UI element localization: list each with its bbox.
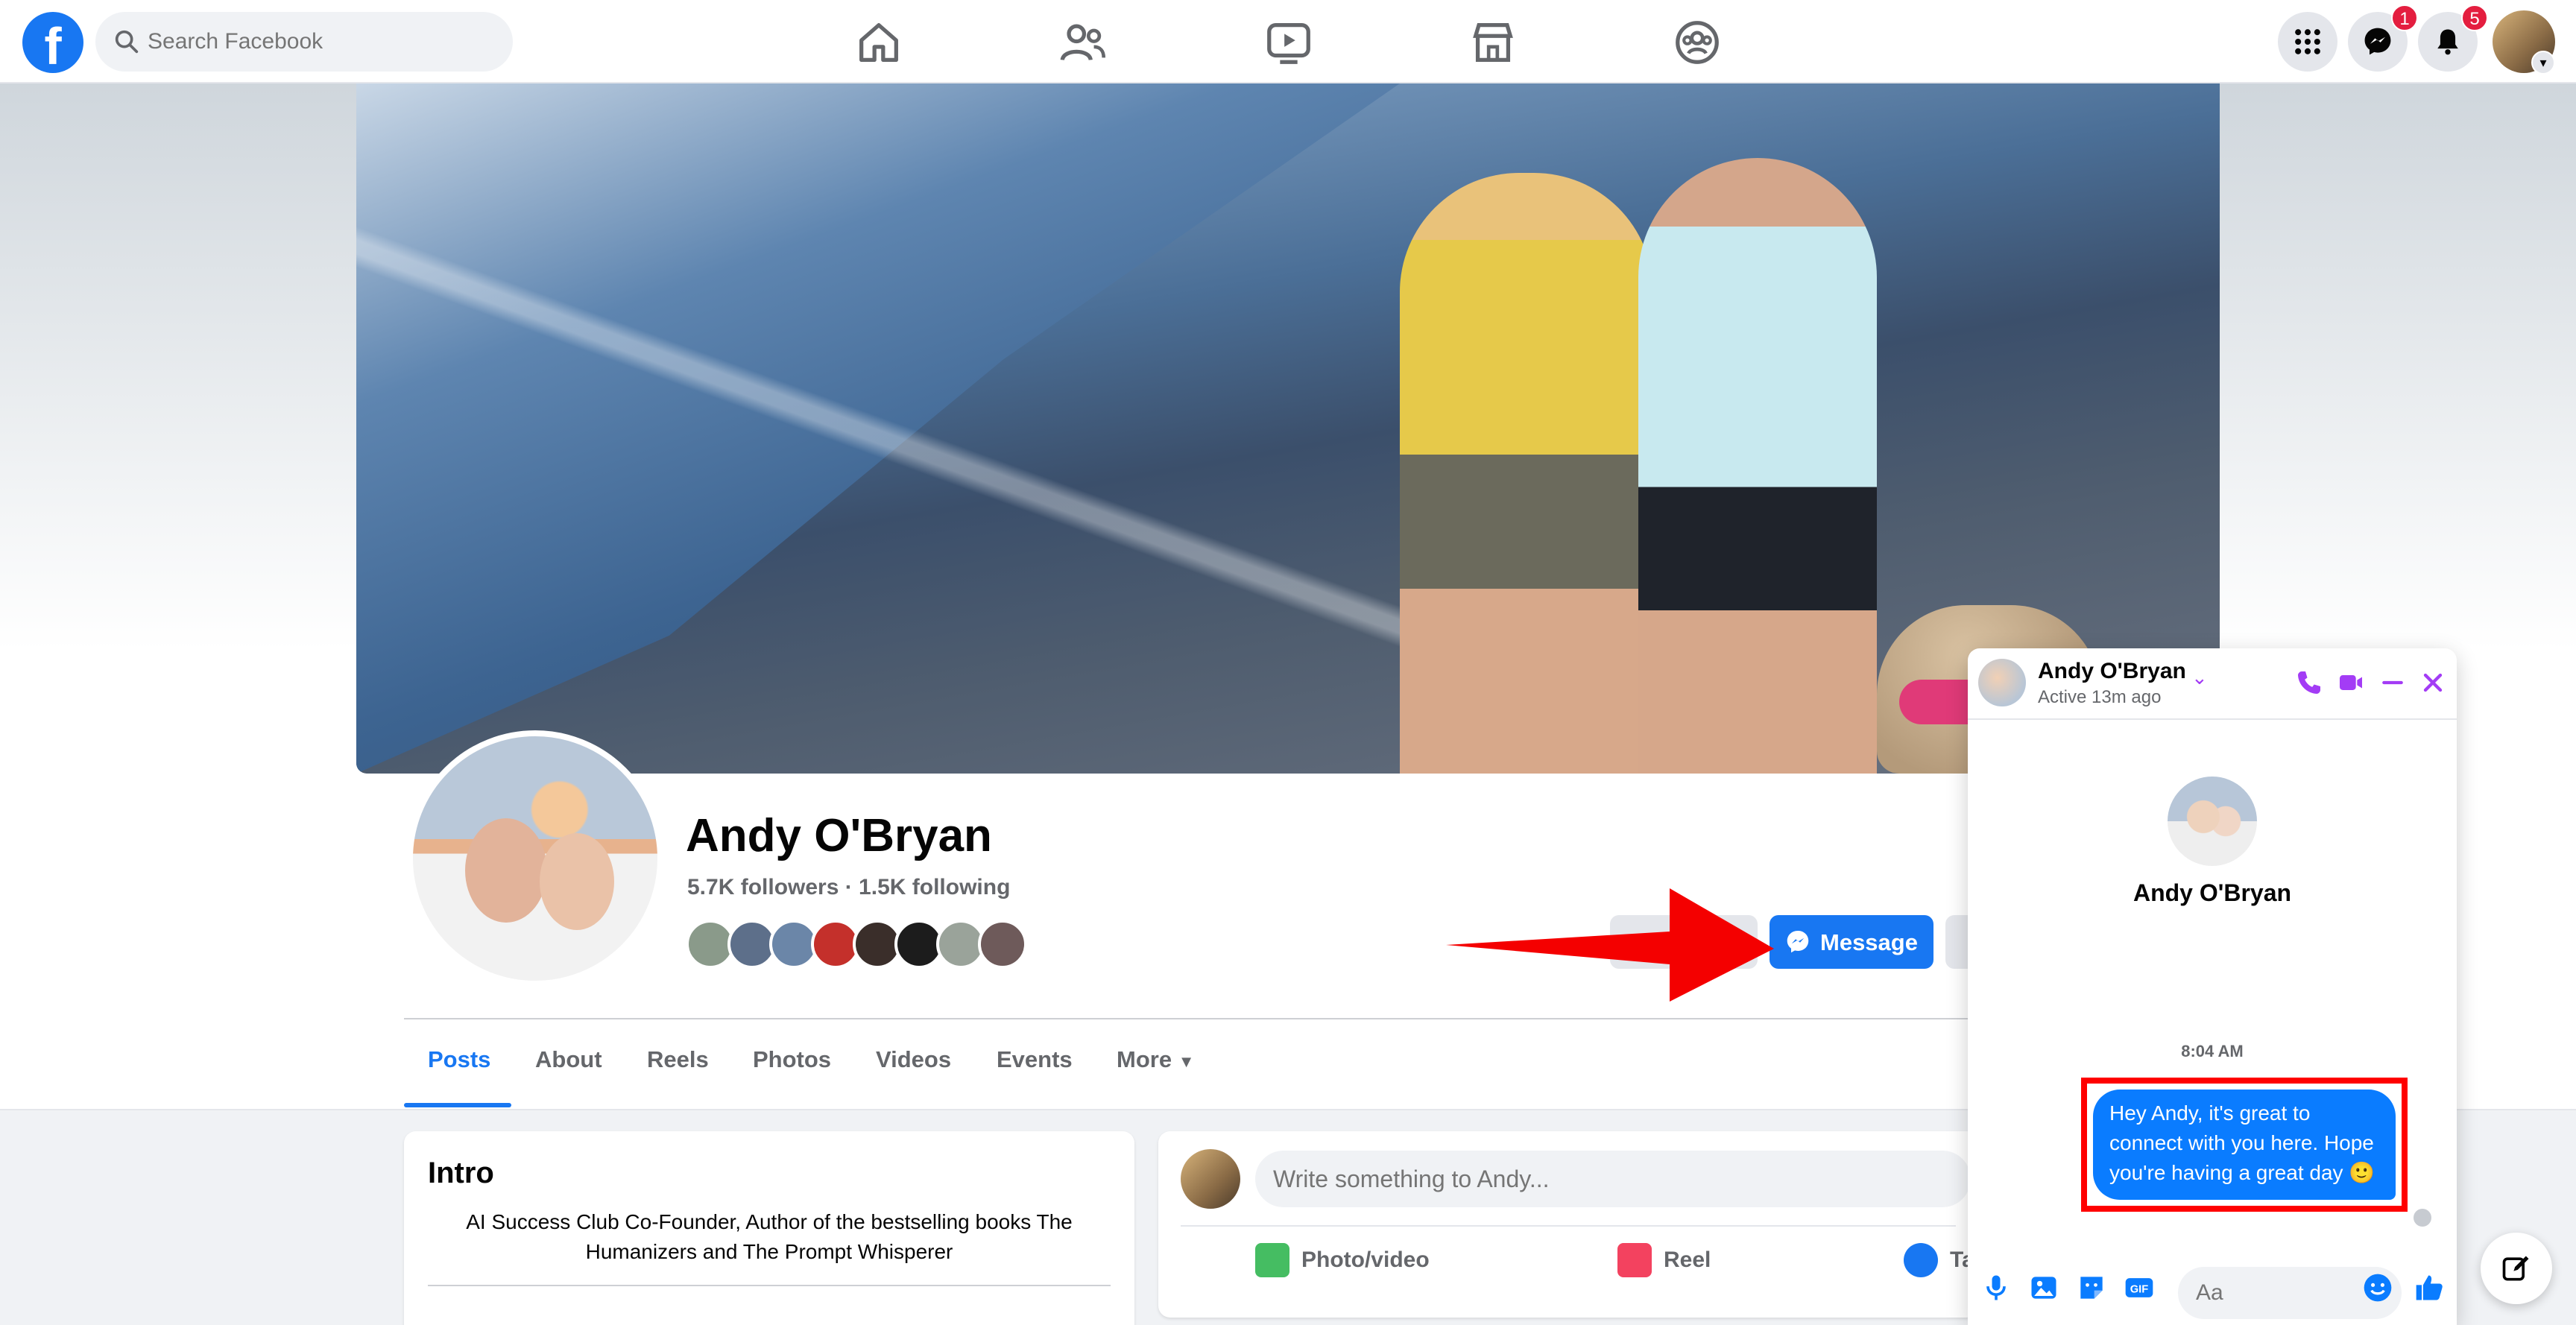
intro-bio: AI Success Club Co-Founder, Author of th…: [466, 1210, 1073, 1263]
chat-header[interactable]: Andy O'Bryan Active 13m ago ⌄: [1968, 648, 2457, 720]
video-call-icon[interactable]: [2336, 668, 2366, 698]
search-icon: [115, 30, 139, 54]
post-composer: Photo/video Reel Ta: [1158, 1131, 1978, 1318]
facebook-logo-icon[interactable]: f: [22, 12, 83, 75]
thumbs-up-icon[interactable]: [2414, 1271, 2446, 1304]
messenger-badge: 1: [2391, 4, 2418, 31]
tabs-divider: [404, 1018, 1984, 1019]
cover-photo[interactable]: [356, 83, 2220, 774]
groups-icon[interactable]: [1671, 16, 1723, 69]
chevron-down-icon[interactable]: ▾: [2531, 51, 2555, 75]
compose-icon: [2502, 1256, 2529, 1281]
message-button[interactable]: Message: [1770, 915, 1933, 969]
home-icon[interactable]: [853, 16, 905, 69]
chat-profile-avatar[interactable]: [2168, 777, 2257, 866]
chat-active-status: Active 13m ago: [2038, 687, 2162, 707]
close-icon[interactable]: [2418, 668, 2448, 698]
image-icon[interactable]: [2027, 1271, 2060, 1304]
composer-avatar[interactable]: [1181, 1149, 1240, 1209]
friend-avatar[interactable]: [978, 920, 1027, 969]
search-input[interactable]: [148, 12, 498, 72]
intro-card: Intro AI Success Club Co-Founder, Author…: [404, 1131, 1134, 1325]
messenger-icon: [1787, 931, 1809, 953]
caret-down-icon: ▼: [1178, 1052, 1195, 1071]
chat-composer: GIF: [1968, 1250, 2457, 1325]
tab-about[interactable]: About: [535, 1046, 602, 1073]
chat-profile-name: Andy O'Bryan: [2133, 879, 2292, 906]
microphone-icon[interactable]: [1980, 1271, 2012, 1304]
composer-divider: [1181, 1225, 1956, 1227]
tag-people-button[interactable]: Ta: [1904, 1243, 1974, 1288]
tab-more[interactable]: More ▼: [1117, 1046, 1194, 1073]
message-button-label: Message: [1820, 929, 1918, 955]
composer-input[interactable]: [1255, 1151, 1971, 1207]
intro-title: Intro: [428, 1157, 494, 1189]
photo-icon: [1255, 1243, 1289, 1277]
tab-videos[interactable]: Videos: [876, 1046, 951, 1073]
tab-photos[interactable]: Photos: [753, 1046, 831, 1073]
top-navigation-bar: f 1 5 ▾: [0, 0, 2576, 83]
profile-follow-stats[interactable]: 5.7K followers · 1.5K following: [687, 875, 1010, 900]
tab-more-label: More: [1117, 1046, 1172, 1072]
phone-call-icon[interactable]: [2294, 668, 2324, 698]
notifications-badge: 5: [2461, 4, 2488, 31]
cover-person-man: [1638, 158, 1877, 774]
chat-header-name[interactable]: Andy O'Bryan: [2038, 659, 2186, 684]
marketplace-icon[interactable]: [1467, 16, 1519, 69]
sticker-icon[interactable]: [2075, 1271, 2108, 1304]
chevron-down-icon[interactable]: ⌄: [2191, 666, 2208, 689]
photo-video-label: Photo/video: [1301, 1247, 1430, 1272]
notifications-button[interactable]: 5: [2418, 4, 2488, 72]
reel-icon: [1617, 1243, 1652, 1277]
friends-icon[interactable]: [1057, 16, 1109, 69]
new-message-button[interactable]: [2481, 1233, 2552, 1304]
search-box[interactable]: [95, 12, 513, 72]
profile-name: Andy O'Bryan: [686, 810, 992, 861]
intro-divider: [428, 1285, 1111, 1286]
tab-reels[interactable]: Reels: [647, 1046, 709, 1073]
svg-text:GIF: GIF: [2130, 1283, 2148, 1295]
red-arrow-annotation: [1446, 888, 1774, 1002]
sent-message-bubble[interactable]: Hey Andy, it's great to connect with you…: [2093, 1090, 2396, 1200]
reel-button[interactable]: Reel: [1617, 1243, 1711, 1288]
profile-picture[interactable]: [407, 730, 663, 987]
profile-face-woman: [540, 833, 614, 930]
reel-label: Reel: [1664, 1247, 1711, 1272]
gif-icon[interactable]: GIF: [2123, 1271, 2156, 1304]
profile-face-man: [465, 818, 547, 923]
menu-button[interactable]: [2278, 12, 2337, 72]
seen-indicator-avatar: [2414, 1209, 2431, 1227]
bell-icon: [2437, 29, 2458, 55]
messenger-icon: [2364, 28, 2391, 55]
chat-header-avatar[interactable]: [1978, 659, 2026, 706]
tab-posts[interactable]: Posts: [428, 1046, 490, 1073]
active-tab-indicator: [404, 1103, 511, 1107]
tag-people-icon: [1904, 1243, 1938, 1277]
photo-video-button[interactable]: Photo/video: [1255, 1243, 1430, 1288]
cover-person-woman: [1400, 173, 1653, 774]
chat-window: Andy O'Bryan Active 13m ago ⌄ Andy O'Bry…: [1968, 648, 2457, 1325]
tab-events[interactable]: Events: [997, 1046, 1073, 1073]
messenger-button[interactable]: 1: [2348, 4, 2418, 72]
grid-menu-icon: [2295, 29, 2320, 54]
message-timestamp: 8:04 AM: [2181, 1042, 2244, 1060]
video-icon[interactable]: [1263, 16, 1315, 69]
minimize-icon[interactable]: [2378, 668, 2408, 698]
emoji-icon[interactable]: [2361, 1271, 2394, 1304]
